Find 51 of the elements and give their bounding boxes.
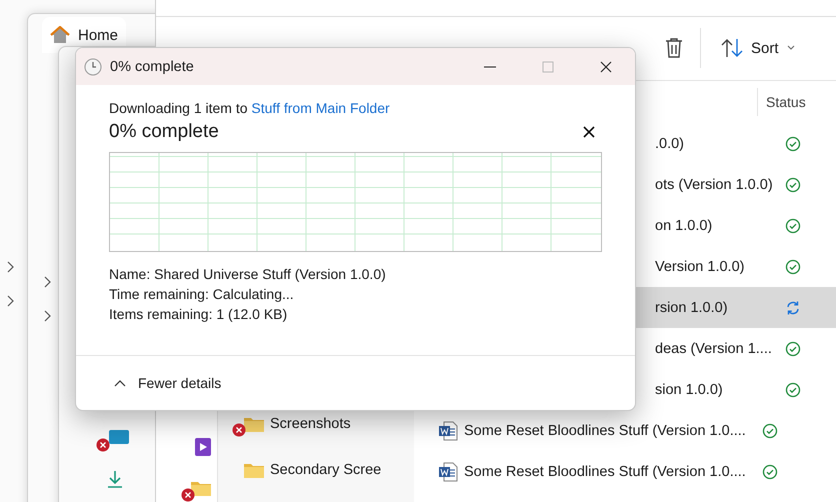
file-row[interactable]: Some Reset Bloodlines Stuff (Version 1.0.... bbox=[414, 451, 836, 492]
error-badge-icon bbox=[232, 423, 246, 437]
drive-icon bbox=[95, 428, 129, 452]
download-icon bbox=[107, 470, 123, 488]
details-toggle[interactable]: Fewer details bbox=[112, 373, 224, 393]
home-icon bbox=[50, 26, 70, 44]
folder-tree-item[interactable]: Screenshots bbox=[232, 411, 414, 437]
video-icon bbox=[195, 438, 211, 456]
file-row[interactable]: ots (Version 1.0.0) bbox=[414, 164, 836, 205]
minimize-icon bbox=[484, 66, 496, 68]
word-document-icon bbox=[438, 420, 458, 440]
file-name: deas (Version 1.... bbox=[654, 340, 773, 356]
detail-line: Time remaining: Calculating... bbox=[109, 286, 295, 302]
column-header[interactable]: Status bbox=[757, 88, 806, 116]
file-name: Some Reset Bloodlines Stuff (Version 1.0.... bbox=[464, 422, 747, 438]
chevron-right-icon[interactable] bbox=[5, 261, 15, 273]
maximize-icon bbox=[541, 60, 555, 74]
delete-icon[interactable] bbox=[664, 37, 684, 60]
progress-heading: 0% complete bbox=[109, 121, 219, 143]
chevron-right-icon[interactable] bbox=[5, 295, 15, 307]
file-name: Some Reset Bloodlines Stuff (Version 1.0.... bbox=[464, 464, 747, 480]
window-title: 0% complete bbox=[110, 58, 195, 74]
close-icon bbox=[599, 60, 613, 74]
chevron-down-icon bbox=[786, 45, 795, 52]
download-message: Downloading 1 item to Stuff from Main Folder bbox=[109, 100, 391, 116]
file-name: sion 1.0.0) bbox=[654, 382, 724, 398]
close-icon bbox=[582, 125, 596, 139]
file-row[interactable]: .0.0) bbox=[414, 123, 836, 164]
folder-tree-item[interactable]: Secondary Scree bbox=[232, 457, 414, 483]
chevron-up-icon bbox=[114, 379, 126, 387]
folder-icon bbox=[244, 416, 264, 432]
file-name: ots (Version 1.0.0) bbox=[654, 176, 774, 192]
file-name: .0.0) bbox=[654, 136, 686, 152]
file-row[interactable]: sion 1.0.0) bbox=[414, 369, 836, 410]
chevron-right-icon[interactable] bbox=[42, 276, 52, 288]
clock-icon bbox=[84, 58, 102, 76]
detail-line: Name: Shared Universe Stuff (Version 1.0.0) bbox=[109, 266, 387, 282]
file-name: rsion 1.0.0) bbox=[654, 300, 729, 316]
destination-link[interactable]: Stuff from Main Folder bbox=[251, 100, 390, 116]
sort-icon bbox=[721, 38, 743, 58]
detail-line: Items remaining: 1 (12.0 KB) bbox=[109, 306, 288, 322]
file-row[interactable]: deas (Version 1.... bbox=[414, 328, 836, 369]
file-row[interactable]: Some Reset Bloodlines Stuff (Version 1.0.... bbox=[414, 410, 836, 451]
chevron-right-icon[interactable] bbox=[42, 310, 52, 322]
file-name: on 1.0.0) bbox=[654, 218, 714, 234]
sort-button[interactable]: Sort bbox=[717, 34, 799, 62]
file-row[interactable]: Version 1.0.0) bbox=[414, 246, 836, 287]
folder-icon bbox=[244, 462, 264, 478]
file-row[interactable]: on 1.0.0) bbox=[414, 205, 836, 246]
word-document-icon bbox=[438, 462, 458, 482]
file-name: Version 1.0.0) bbox=[654, 258, 746, 274]
